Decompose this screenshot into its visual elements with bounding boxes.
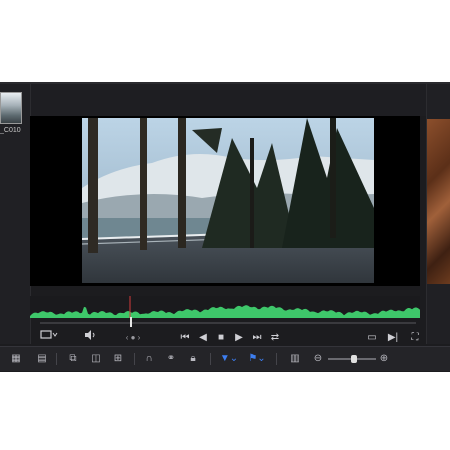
timeline-view-icon[interactable]: ▤ xyxy=(34,347,50,371)
toolbar-divider xyxy=(210,353,211,365)
right-panel xyxy=(426,84,450,344)
lock-icon[interactable]: 🔒︎ xyxy=(186,347,200,371)
clip-thumbnail[interactable] xyxy=(0,92,22,124)
scene-icon[interactable]: ⧉ xyxy=(64,347,82,371)
clip-view-icon[interactable]: ▦ xyxy=(8,347,24,371)
audio-waveform[interactable] xyxy=(30,296,420,318)
zoom-in-icon[interactable]: ⊕ xyxy=(378,347,390,371)
marker-icon[interactable]: ▼⌄ xyxy=(218,347,240,371)
viewer-header xyxy=(30,84,426,116)
overwrite-icon[interactable]: ◫ xyxy=(88,347,104,371)
flag-icon[interactable]: ⚑⌄ xyxy=(246,347,268,371)
clip-thumbnail-label: _C010 xyxy=(0,127,21,134)
toolbar-divider xyxy=(134,353,135,365)
scrub-bar[interactable] xyxy=(40,317,416,327)
filmstrip-icon[interactable]: ▥ xyxy=(286,347,304,371)
zoom-slider-knob[interactable] xyxy=(351,355,358,363)
timeline-toolbar: ▦ ▤ ⧉ ◫ ⊞ ∩ ⚭ 🔒︎ ▼⌄ ⚑⌄ ▥ ⊖ ⊕ xyxy=(0,346,450,371)
media-pool-panel: _C010 xyxy=(0,84,31,344)
video-frame xyxy=(82,118,374,283)
snap-icon[interactable]: ∩ xyxy=(142,347,156,371)
toolbar-divider xyxy=(56,353,57,365)
link-icon[interactable]: ⚭ xyxy=(164,347,178,371)
right-clip-thumbnail[interactable] xyxy=(427,119,450,284)
replace-icon[interactable]: ⊞ xyxy=(110,347,126,371)
zoom-out-icon[interactable]: ⊖ xyxy=(312,347,324,371)
zoom-slider[interactable] xyxy=(328,355,376,363)
toolbar-divider xyxy=(276,353,277,365)
